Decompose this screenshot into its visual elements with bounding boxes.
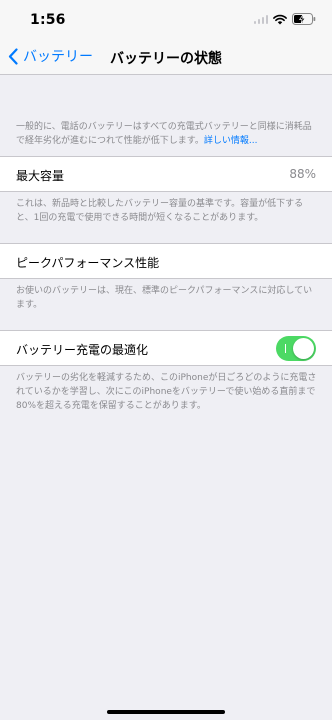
toggle-knob — [293, 338, 314, 359]
peak-performance-label: ピークパフォーマンス性能 — [16, 256, 160, 270]
optimized-charging-label: バッテリー充電の最適化 — [16, 343, 149, 357]
status-bar: 1:56 — [0, 0, 332, 40]
status-time: 1:56 — [30, 12, 66, 28]
peak-performance-note: お使いのバッテリーは、現在、標準のピークパフォーマンスに対応しています。 — [16, 286, 313, 310]
optimized-charging-note: バッテリーの劣化を軽減するため、このiPhoneが日ごろどのように充電されている… — [16, 373, 317, 411]
max-capacity-row: 最大容量 88% — [0, 156, 332, 192]
battery-charging-icon — [292, 13, 316, 25]
signal-icon — [253, 14, 268, 24]
status-icons — [253, 13, 317, 25]
navigation-bar: バッテリー バッテリーの状態 — [0, 40, 332, 75]
peak-performance-row: ピークパフォーマンス性能 — [0, 243, 332, 279]
wifi-icon — [273, 14, 287, 24]
home-indicator[interactable] — [107, 710, 225, 714]
intro-description: 一般的に、電話のバッテリーはすべての充電式バッテリーと同様に消耗品で経年劣化が進… — [16, 122, 312, 146]
optimized-charging-toggle[interactable] — [276, 336, 316, 361]
learn-more-link[interactable]: 詳しい情報... — [204, 136, 258, 146]
max-capacity-label: 最大容量 — [16, 169, 65, 183]
toggle-on-mark — [285, 344, 286, 353]
max-capacity-value: 88% — [289, 167, 316, 181]
optimized-charging-row: バッテリー充電の最適化 — [0, 330, 332, 366]
intro-text: 一般的に、電話のバッテリーはすべての充電式バッテリーと同様に消耗品で経年劣化が進… — [16, 120, 318, 148]
max-capacity-note: これは、新品時と比較したバッテリー容量の基準です。容量が低下すると、1回の充電で… — [16, 199, 304, 223]
page-title: バッテリーの状態 — [110, 51, 222, 67]
